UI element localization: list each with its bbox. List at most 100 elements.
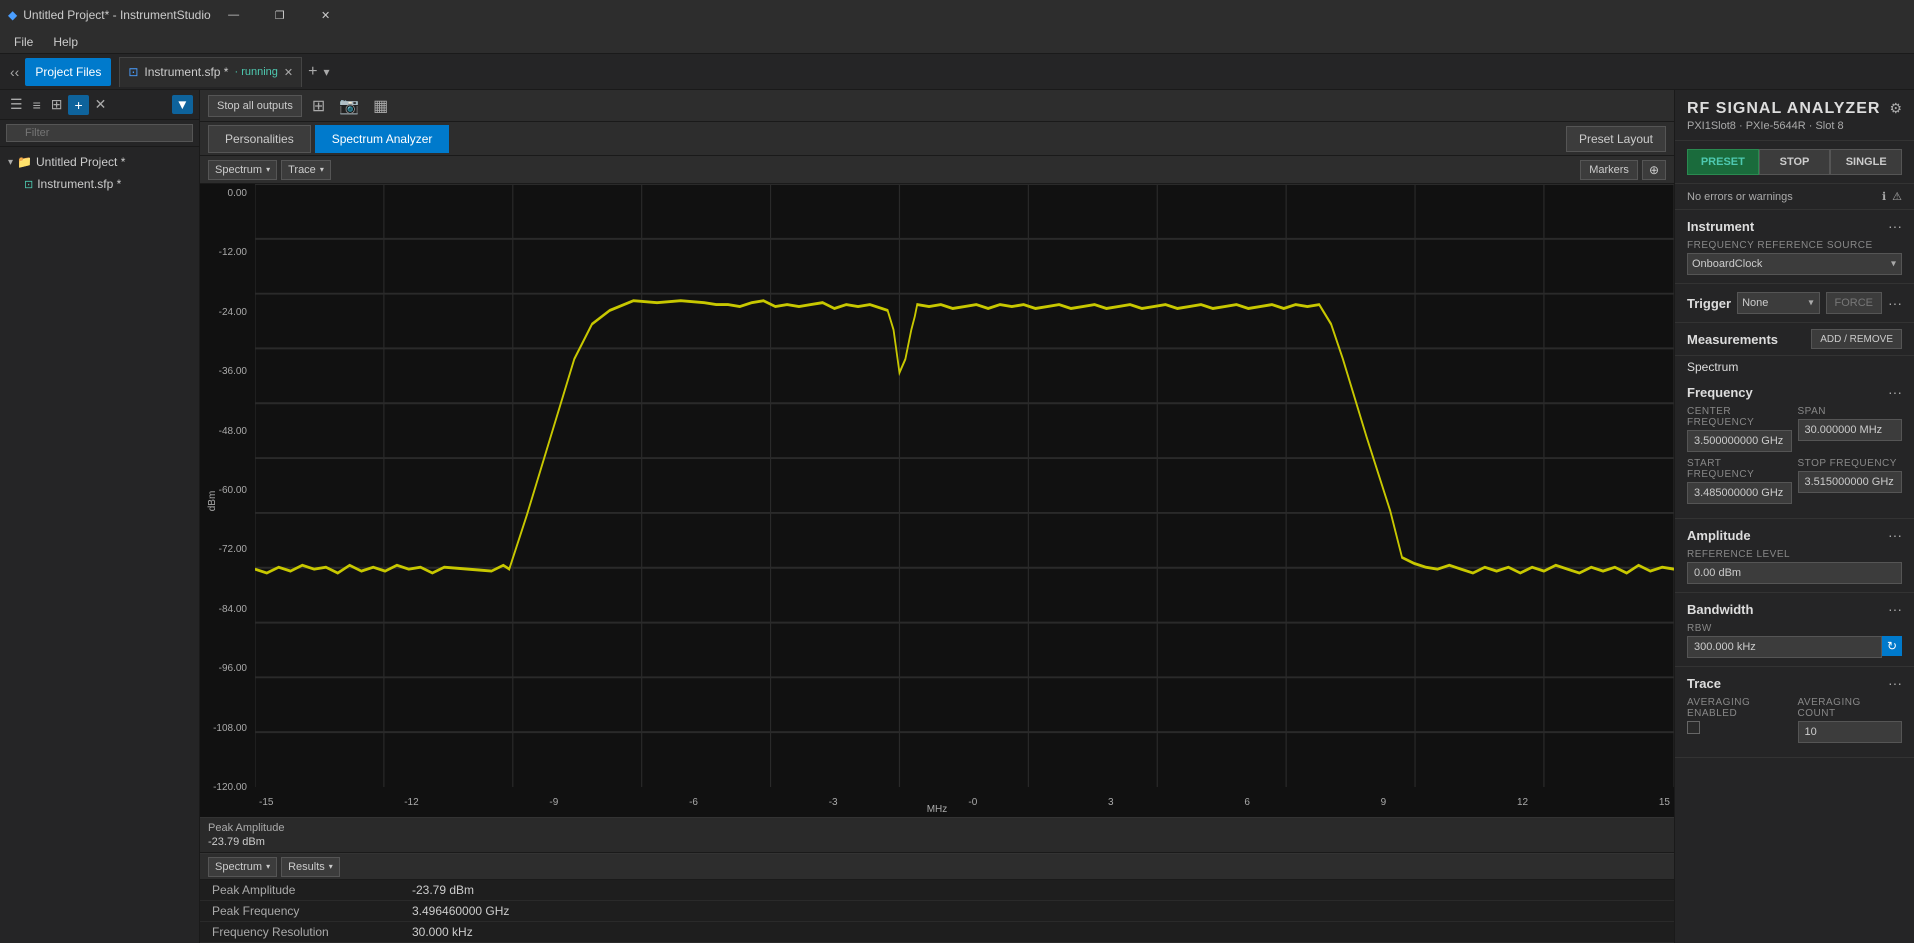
span-input[interactable] <box>1798 419 1903 441</box>
center-freq-input[interactable] <box>1687 430 1792 452</box>
peak-amplitude-row-label: Peak Amplitude <box>200 880 400 901</box>
sidebar-filter-button[interactable]: ▼ <box>172 95 193 114</box>
personalities-tab[interactable]: Personalities <box>208 125 311 153</box>
x-label-n15: -15 <box>259 797 273 808</box>
chart-xaxis-unit: MHz <box>927 804 948 815</box>
preset-button[interactable]: PRESET <box>1687 149 1759 175</box>
chart-plot <box>255 184 1674 787</box>
freq-ref-select[interactable]: OnboardClock External PXI_CLK <box>1687 253 1902 275</box>
averaging-count-input[interactable] <box>1798 721 1903 743</box>
spectrum-subsection-label: Spectrum <box>1675 356 1914 376</box>
start-freq-col: START FREQUENCY <box>1687 458 1792 504</box>
menu-item-help[interactable]: Help <box>43 30 88 54</box>
chart-xaxis: -15 -12 -9 -6 -3 -0 3 6 9 12 15 <box>255 787 1674 817</box>
results-spectrum-arrow: ▾ <box>266 862 270 871</box>
add-tab-button[interactable]: + <box>302 63 323 81</box>
project-files-tab[interactable]: Project Files <box>25 58 111 86</box>
sidebar-search-input[interactable] <box>6 124 193 142</box>
freq-resolution-row-label: Frequency Resolution <box>200 922 400 943</box>
markers-button[interactable]: Markers <box>1580 160 1638 180</box>
screenshot-icon-button[interactable]: 📷 <box>335 94 363 118</box>
instrument-more-icon[interactable]: ··· <box>1888 218 1902 234</box>
peak-amplitude-row-value: -23.79 dBm <box>400 880 1674 901</box>
instrument-tab-label: Instrument.sfp * <box>144 65 228 79</box>
force-button[interactable]: FORCE <box>1826 292 1883 314</box>
results-header: Spectrum ▾ Results ▾ <box>200 854 1674 880</box>
trigger-more-icon[interactable]: ··· <box>1888 295 1902 311</box>
spectrum-dropdown[interactable]: Spectrum ▾ <box>208 160 277 180</box>
trace-dropdown[interactable]: Trace ▾ <box>281 160 331 180</box>
stop-freq-label: STOP FREQUENCY <box>1798 458 1903 469</box>
peak-amplitude-label: Peak Amplitude <box>208 822 284 834</box>
peak-amplitude-bar: Peak Amplitude -23.79 dBm <box>200 817 1674 853</box>
stop-freq-col: STOP FREQUENCY <box>1798 458 1903 504</box>
grid-icon-button[interactable]: ▦ <box>369 94 392 118</box>
tree-item-instrument[interactable]: ⊡ Instrument.sfp * <box>0 173 199 195</box>
amplitude-section-title: Amplitude <box>1687 528 1751 543</box>
measurements-title: Measurements <box>1687 332 1778 347</box>
trace-dropdown-arrow: ▾ <box>320 165 324 174</box>
add-remove-button[interactable]: ADD / REMOVE <box>1811 329 1902 349</box>
averaging-enabled-checkbox[interactable] <box>1687 721 1700 734</box>
tab-dropdown-icon[interactable]: ▾ <box>323 65 329 79</box>
close-button[interactable]: ✕ <box>303 0 349 30</box>
crosshair-button[interactable]: ⊕ <box>1642 160 1666 180</box>
start-freq-input[interactable] <box>1687 482 1792 504</box>
sidebar-grid-btn[interactable]: ⊞ <box>47 94 67 115</box>
main-layout: ☰ ≡ ⊞ + ✕ ▼ ▾ 📁 Untitled Project * ⊡ Ins… <box>0 90 1914 943</box>
menubar: File Help <box>0 30 1914 54</box>
stop-freq-input[interactable] <box>1798 471 1903 493</box>
sidebar-delete-button[interactable]: ✕ <box>91 94 111 115</box>
rp-status: No errors or warnings ℹ ⚠ <box>1675 184 1914 210</box>
stop-all-outputs-button[interactable]: Stop all outputs <box>208 95 302 117</box>
rp-action-buttons: PRESET STOP SINGLE <box>1675 141 1914 184</box>
x-label-9: 9 <box>1381 797 1387 808</box>
x-label-n6: -6 <box>689 797 698 808</box>
gear-icon[interactable]: ⚙ <box>1889 100 1902 117</box>
results-spectrum-dropdown[interactable]: Spectrum ▾ <box>208 857 277 877</box>
sidebar-collapse-button[interactable]: ‹‹ <box>4 60 25 84</box>
analyzer-tabs: Personalities Spectrum Analyzer Preset L… <box>200 122 1674 156</box>
spectrum-analyzer-tab[interactable]: Spectrum Analyzer <box>315 125 450 153</box>
frequency-more-icon[interactable]: ··· <box>1888 384 1902 400</box>
rbw-input[interactable] <box>1687 636 1882 658</box>
sidebar-add-button[interactable]: + <box>68 95 88 115</box>
ref-level-input[interactable] <box>1687 562 1902 584</box>
dbm-unit-label: dBm <box>207 490 218 511</box>
menu-item-file[interactable]: File <box>4 30 43 54</box>
single-button[interactable]: SINGLE <box>1830 149 1902 175</box>
minimize-button[interactable]: — <box>211 0 257 30</box>
sidebar-list-btn1[interactable]: ☰ <box>6 94 27 115</box>
instrument-tab-close[interactable]: ✕ <box>284 66 293 79</box>
rbw-input-row: ↻ <box>1687 636 1902 658</box>
trace-more-icon[interactable]: ··· <box>1888 675 1902 691</box>
instrument-tab[interactable]: ⊡ Instrument.sfp * · running ✕ <box>119 57 302 87</box>
y-label-2: -24.00 <box>204 307 251 318</box>
y-label-9: -108.00 <box>204 723 251 734</box>
start-stop-row: START FREQUENCY STOP FREQUENCY <box>1687 458 1902 504</box>
rbw-sync-button[interactable]: ↻ <box>1882 636 1902 656</box>
preset-layout-button[interactable]: Preset Layout <box>1566 126 1666 152</box>
stop-button[interactable]: STOP <box>1759 149 1831 175</box>
peak-amplitude-value: -23.79 dBm <box>208 836 284 848</box>
table-row: Peak Frequency 3.496460000 GHz <box>200 901 1674 922</box>
tree-item-project[interactable]: ▾ 📁 Untitled Project * <box>0 151 199 173</box>
rbw-label: RBW <box>1687 623 1902 634</box>
table-row: Frequency Resolution 30.000 kHz <box>200 922 1674 943</box>
layout-icon-button[interactable]: ⊞ <box>308 94 329 118</box>
results-dropdown[interactable]: Results ▾ <box>281 857 340 877</box>
bandwidth-more-icon[interactable]: ··· <box>1888 601 1902 617</box>
y-label-8: -96.00 <box>204 663 251 674</box>
amplitude-more-icon[interactable]: ··· <box>1888 527 1902 543</box>
amplitude-section: Amplitude ··· REFERENCE LEVEL <box>1675 519 1914 593</box>
y-label-0: 0.00 <box>204 188 251 199</box>
titlebar: ◆ Untitled Project* - InstrumentStudio —… <box>0 0 1914 30</box>
spectrum-dropdown-arrow: ▾ <box>266 165 270 174</box>
spectrum-dropdown-label: Spectrum <box>215 164 262 176</box>
instrument-file-icon: ⊡ <box>24 178 33 191</box>
maximize-button[interactable]: ❐ <box>257 0 303 30</box>
frequency-section-header: Frequency ··· <box>1687 384 1902 400</box>
bandwidth-section-header: Bandwidth ··· <box>1687 601 1902 617</box>
sidebar-list-btn2[interactable]: ≡ <box>29 95 45 115</box>
trigger-select[interactable]: None Digital Edge Software <box>1737 292 1819 314</box>
